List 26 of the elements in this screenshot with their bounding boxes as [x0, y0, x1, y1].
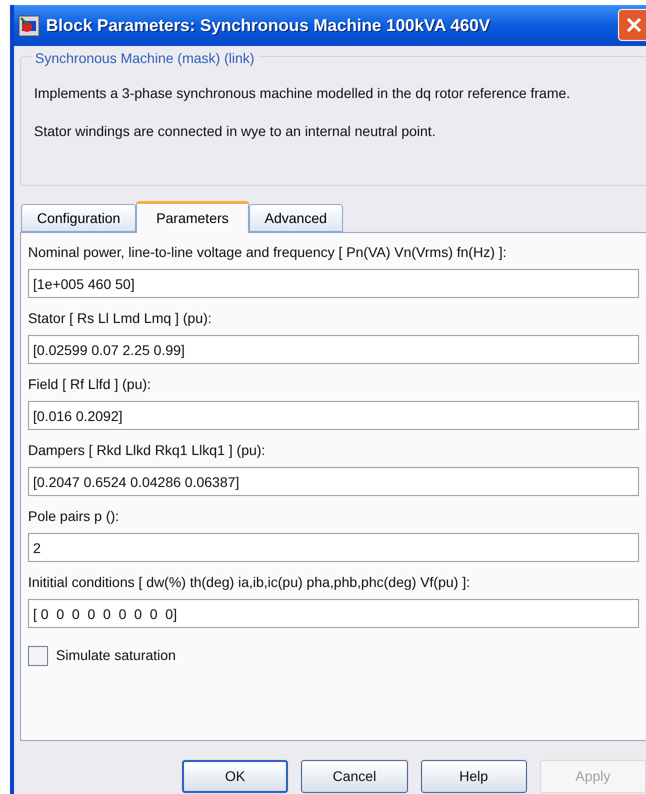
input-field[interactable]: [0.2047 0.6524 0.04286 0.06387]: [28, 467, 639, 496]
field-label: Dampers [ Rkd Llkd Rkq1 Llkq1 ] (pu):: [28, 440, 266, 460]
field-label: Field [ Rf Llfd ] (pu):: [28, 374, 152, 394]
tab[interactable]: Configuration: [21, 204, 136, 232]
input-field[interactable]: [1e+005 460 50]: [28, 269, 639, 298]
input-field[interactable]: 2: [28, 533, 639, 562]
tab[interactable]: Parameters: [136, 201, 249, 233]
field-label: Inititial conditions [ dw(%) th(deg) ia,ib,ic(pu) pha,phb,phc(deg) Vf(pu) ]:: [28, 572, 471, 592]
input-field[interactable]: [0.02599 0.07 2.25 0.99]: [28, 335, 639, 364]
dialog-button[interactable]: OK: [182, 760, 288, 793]
input-field[interactable]: [ 0 0 0 0 0 0 0 0 0]: [28, 599, 639, 628]
description-text: Stator windings are connected in wye to an internal neutral point.: [34, 122, 437, 141]
checkbox[interactable]: [28, 646, 48, 666]
dialog-button[interactable]: Cancel: [301, 760, 408, 793]
checkbox-label: Simulate saturation: [56, 646, 176, 665]
field-label: Stator [ Rs Ll Lmd Lmq ] (pu):: [28, 308, 213, 328]
field-label: Pole pairs p ():: [28, 506, 120, 526]
field-label: Nominal power, line-to-line voltage and frequency [ Pn(VA) Vn(Vrms) fn(Hz) ]:: [28, 242, 508, 262]
close-button[interactable]: [618, 9, 646, 41]
close-icon: [626, 17, 642, 33]
input-field[interactable]: [0.016 0.2092]: [28, 401, 639, 430]
window-title: Block Parameters: Synchronous Machine 100kVA 460V: [46, 14, 490, 37]
tab[interactable]: Advanced: [248, 204, 343, 232]
block-icon: [18, 14, 40, 36]
description-text: Implements a 3-phase synchronous machine modelled in the dq rotor reference frame.: [34, 84, 572, 103]
dialog-button[interactable]: Help: [420, 760, 527, 793]
